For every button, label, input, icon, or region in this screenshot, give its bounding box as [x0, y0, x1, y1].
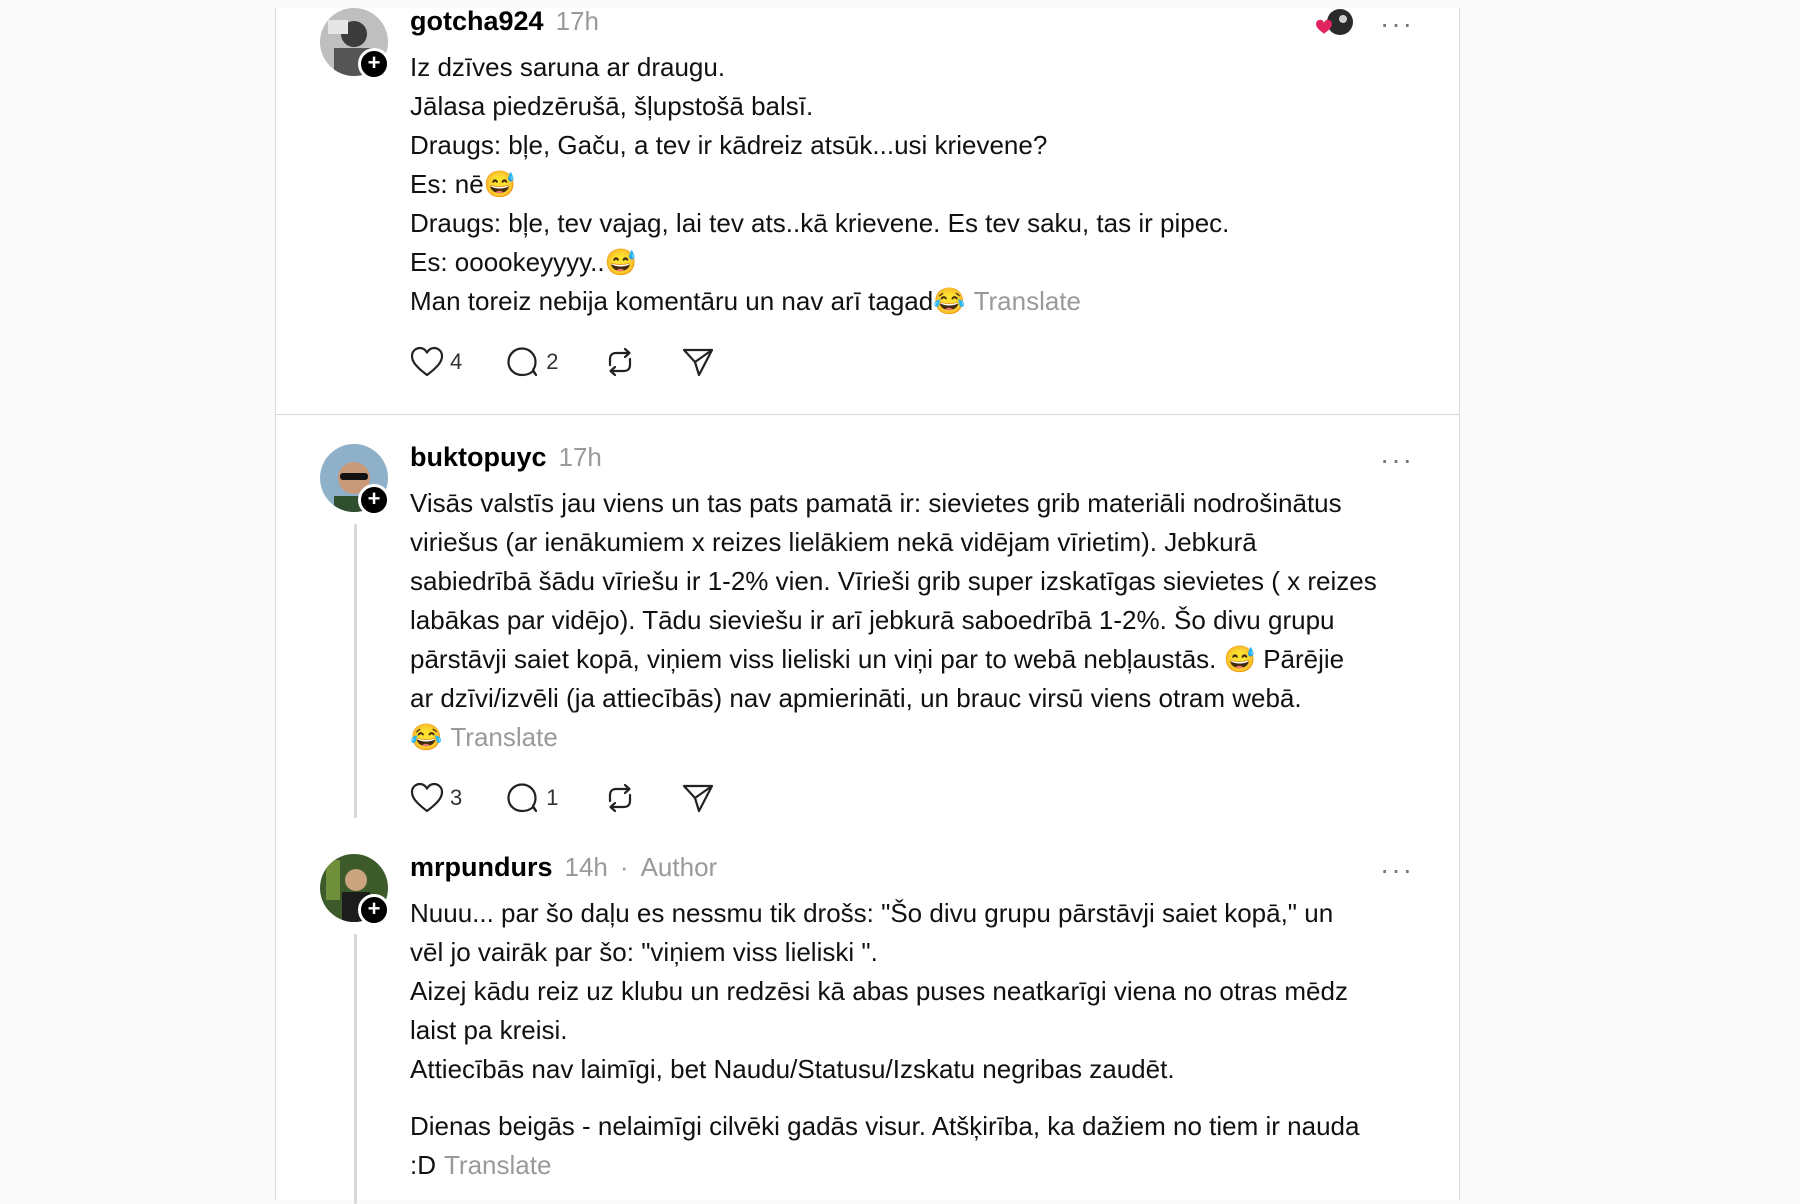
timestamp[interactable]: 14h: [565, 852, 608, 883]
post-line: Es: ooookeyyyy..😅: [410, 247, 637, 277]
comment-button[interactable]: 1: [506, 782, 559, 814]
like-button[interactable]: 3: [410, 782, 462, 814]
follow-plus-icon[interactable]: +: [358, 894, 390, 926]
repost-button[interactable]: [603, 782, 637, 814]
repost-icon: [608, 783, 631, 813]
post-line: viriešus (ar ienākumiem x reizes lielāki…: [410, 527, 1257, 557]
post-line: laist pa kreisi.: [410, 1015, 568, 1045]
post-line: Dienas beigās - nelaimīgi cilvēki gadās …: [410, 1111, 1360, 1141]
thread-line: [354, 524, 357, 818]
post-body: Nuuu... par šo daļu es nessmu tik drošs:…: [410, 894, 1430, 1185]
timestamp[interactable]: 17h: [556, 6, 599, 37]
comment-button[interactable]: 2: [506, 346, 559, 378]
post-line: Es: nē😅: [410, 169, 517, 199]
post-line: labākas par vidējo). Tādu sieviešu ir ar…: [410, 605, 1335, 635]
repost-button[interactable]: [603, 346, 637, 378]
post-header: buktopuyc 17h: [410, 442, 602, 473]
post-line: pārstāvji saiet kopā, viņiem viss lielis…: [410, 644, 1345, 674]
post-line: Nuuu... par šo daļu es nessmu tik drošs:…: [410, 898, 1334, 928]
thread-line: [354, 934, 357, 1204]
translate-link[interactable]: Translate: [444, 1150, 551, 1180]
like-button[interactable]: 4: [410, 346, 462, 378]
more-icon[interactable]: ···: [1380, 10, 1414, 38]
post-line: Man toreiz nebija komentāru un nav arī t…: [410, 286, 966, 316]
reaction-avatars[interactable]: [1312, 8, 1356, 40]
post-line: 😂: [410, 722, 443, 752]
reply-count: 2: [546, 349, 559, 374]
follow-plus-icon[interactable]: +: [358, 484, 390, 516]
share-icon: [682, 348, 713, 377]
separator-dot: ·: [619, 852, 629, 882]
like-icon: [410, 346, 444, 377]
page: + gotcha924 17h ··· Iz dzīves saruna ar …: [4, 4, 1796, 1204]
post-line: Jālasa piedzērušā, šļupstošā balsī.: [410, 91, 814, 121]
reaction-icon: [1316, 9, 1353, 35]
timestamp[interactable]: 17h: [559, 442, 602, 473]
more-icon[interactable]: ···: [1380, 856, 1414, 884]
post-line: Visās valstīs jau viens un tas pats pama…: [410, 488, 1342, 518]
post-line: sabiedrībā šādu vīriešu ir 1-2% vien. Vī…: [410, 566, 1377, 596]
like-count: 3: [450, 785, 463, 810]
repost-icon: [608, 347, 631, 377]
post-body: Visās valstīs jau viens un tas pats pama…: [410, 484, 1430, 757]
translate-link[interactable]: Translate: [450, 722, 557, 752]
post-line: Attiecībās nav laimīgi, bet Naudu/Status…: [410, 1054, 1175, 1084]
post-actions: 4 2: [410, 346, 759, 378]
more-icon[interactable]: ···: [1380, 446, 1414, 474]
post-line: ar dzīvi/izvēli (ja attiecībās) nav apmi…: [410, 683, 1302, 713]
comment-icon: [507, 783, 538, 813]
follow-plus-icon[interactable]: +: [358, 48, 390, 80]
post-line: Draugs: bļe, Gaču, a tev ir kādreiz atsū…: [410, 130, 1048, 160]
post-header: gotcha924 17h: [410, 6, 599, 37]
post-line: vēl jo vairāk par šo: "viņiem viss lieli…: [410, 937, 878, 967]
comment-icon: [507, 347, 538, 377]
like-icon: [410, 782, 444, 813]
share-icon: [682, 784, 713, 813]
post-actions: 3 1: [410, 782, 759, 814]
thread-column: + gotcha924 17h ··· Iz dzīves saruna ar …: [275, 6, 1460, 1204]
username[interactable]: gotcha924: [410, 6, 544, 37]
share-button[interactable]: [681, 782, 715, 814]
post-line: :D: [410, 1150, 436, 1180]
translate-link[interactable]: Translate: [974, 286, 1081, 316]
post-body: Iz dzīves saruna ar draugu. Jālasa piedz…: [410, 48, 1430, 321]
post-line: Iz dzīves saruna ar draugu.: [410, 52, 726, 82]
author-tag: Author: [640, 852, 718, 882]
like-count: 4: [450, 349, 463, 374]
username[interactable]: mrpundurs: [410, 852, 553, 883]
post-divider: [276, 414, 1459, 415]
username[interactable]: buktopuyc: [410, 442, 547, 473]
post-header: mrpundurs 14h · Author: [410, 852, 717, 883]
share-button[interactable]: [681, 346, 715, 378]
post-line: Aizej kādu reiz uz klubu un redzēsi kā a…: [410, 976, 1348, 1006]
reply-count: 1: [546, 785, 559, 810]
post-line: Draugs: bļe, tev vajag, lai tev ats..kā …: [410, 208, 1230, 238]
